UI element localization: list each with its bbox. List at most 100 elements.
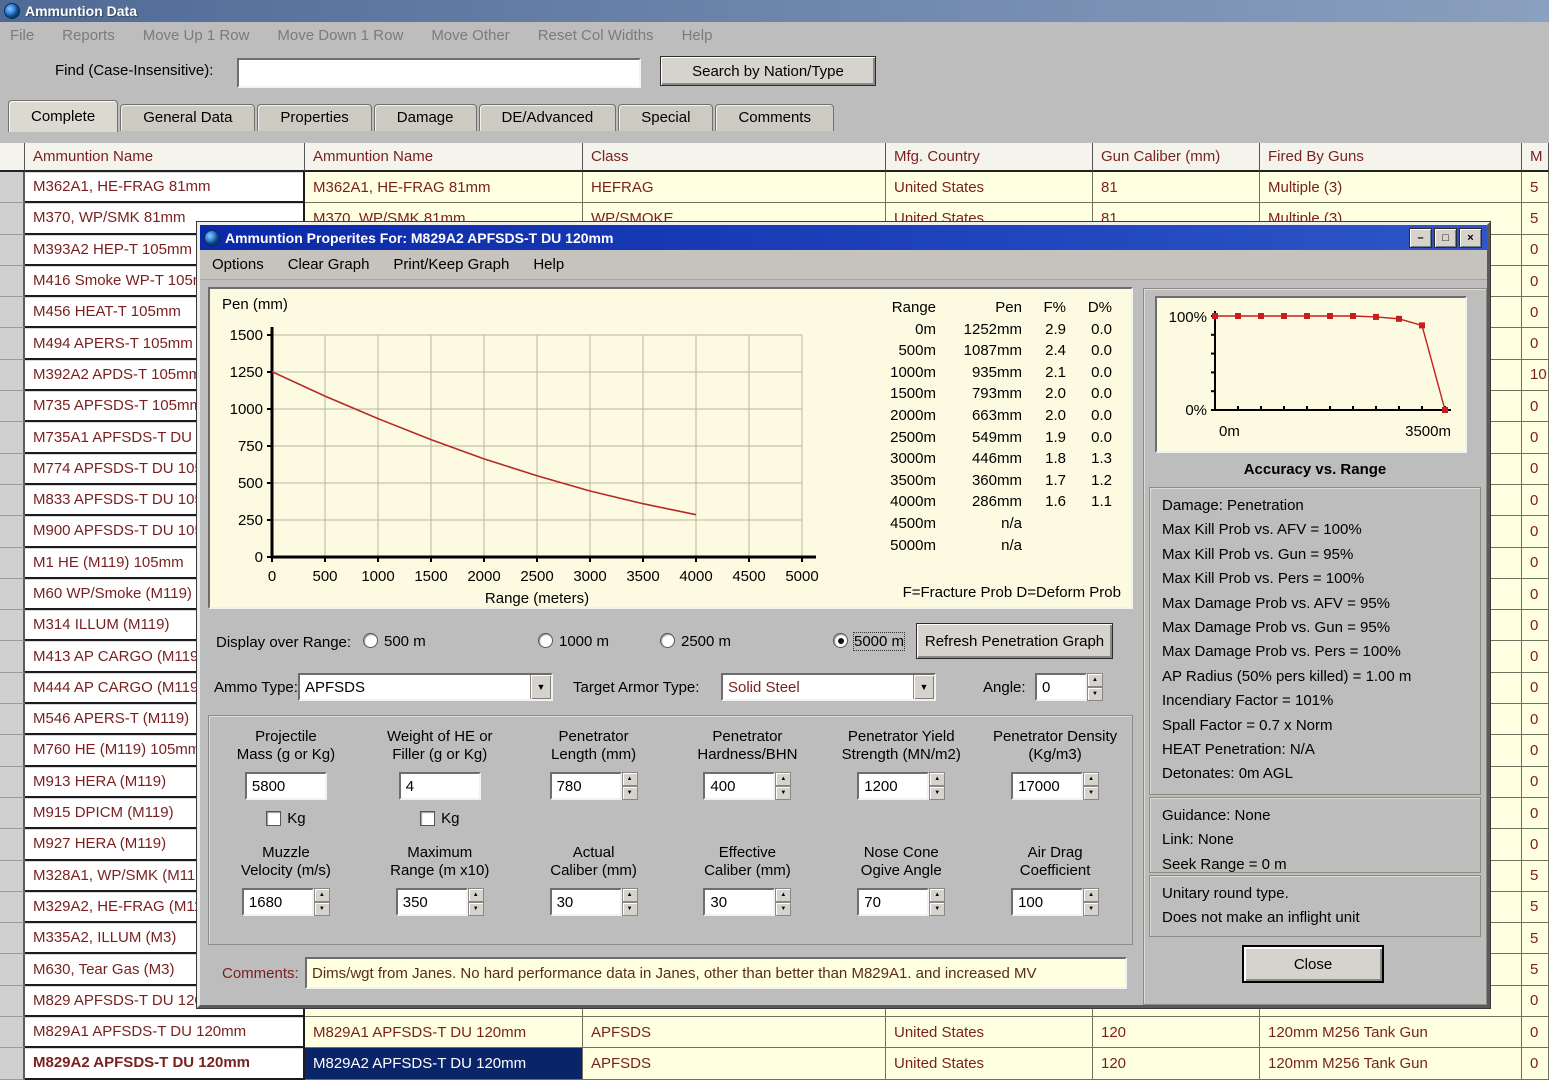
ammo-row-cell[interactable]: 0 (1522, 328, 1549, 359)
field-spinner[interactable]: ▲▼ (468, 888, 484, 916)
column-header[interactable]: Mfg. Country (886, 143, 1093, 172)
chevron-down-icon[interactable]: ▼ (530, 675, 551, 699)
field-input[interactable]: 350 (396, 888, 468, 916)
ammo-row-cell[interactable]: 0 (1522, 704, 1549, 735)
kg-checkbox[interactable] (420, 811, 435, 826)
column-header[interactable]: Class (583, 143, 886, 172)
ammo-row-cell[interactable]: Multiple (3) (1260, 172, 1522, 203)
field-input[interactable]: 400 (703, 772, 775, 800)
field-input[interactable]: 1200 (857, 772, 929, 800)
angle-spinner[interactable]: ▲▼ (1087, 673, 1103, 701)
ammo-row-cell[interactable]: 0 (1522, 641, 1549, 672)
dialog-titlebar[interactable]: Ammuntion Properites For: M829A2 APFSDS-… (200, 225, 1487, 250)
tab-properties[interactable]: Properties (257, 104, 371, 131)
ammo-row-cell[interactable]: 120 (1093, 1048, 1260, 1079)
column-header[interactable]: Ammuntion Name (305, 143, 583, 172)
column-header[interactable]: M (1522, 143, 1549, 172)
column-header[interactable]: Fired By Guns (1260, 143, 1522, 172)
ammo-row-cell[interactable]: M829A1 APFSDS-T DU 120mm (305, 1017, 583, 1048)
field-input[interactable]: 30 (550, 888, 622, 916)
radio-range-1000-m[interactable]: 1000 m (538, 633, 609, 650)
ammo-row-cell[interactable]: 0 (1522, 266, 1549, 297)
tab-complete[interactable]: Complete (8, 100, 118, 132)
ammo-row-cell[interactable]: 120mm M256 Tank Gun (1260, 1017, 1522, 1048)
ammo-row-cell[interactable]: 0 (1522, 610, 1549, 641)
ammo-row-cell[interactable]: 0 (1522, 798, 1549, 829)
ammo-row-cell[interactable]: United States (886, 1017, 1093, 1048)
ammo-row-cell[interactable]: 5 (1522, 892, 1549, 923)
dialog-menu-clear-graph[interactable]: Clear Graph (288, 256, 370, 273)
close-button[interactable]: Close (1242, 945, 1384, 983)
column-header[interactable]: Ammuntion Name (25, 143, 305, 172)
ammo-row-cell[interactable]: 0 (1522, 297, 1549, 328)
ammo-row-cell[interactable]: 0 (1522, 516, 1549, 547)
menu-item-reset-col-widths[interactable]: Reset Col Widths (538, 27, 654, 44)
comments-field[interactable]: Dims/wgt from Janes. No hard performance… (305, 957, 1127, 989)
minimize-button[interactable]: – (1409, 228, 1432, 248)
ammo-row-name[interactable]: M829A2 APFSDS-T DU 120mm (25, 1048, 305, 1079)
field-spinner[interactable]: ▲▼ (622, 772, 638, 800)
search-by-nation-button[interactable]: Search by Nation/Type (660, 56, 876, 86)
tab-damage[interactable]: Damage (374, 104, 477, 131)
radio-range-2500-m[interactable]: 2500 m (660, 633, 731, 650)
menu-item-help[interactable]: Help (682, 27, 713, 44)
menu-item-file[interactable]: File (10, 27, 34, 44)
ammo-row-name[interactable]: M829A1 APFSDS-T DU 120mm (25, 1017, 305, 1048)
menu-item-reports[interactable]: Reports (62, 27, 115, 44)
ammo-row-cell[interactable]: 0 (1522, 1017, 1549, 1048)
field-input[interactable]: 780 (550, 772, 622, 800)
angle-input[interactable]: 0 (1035, 673, 1087, 701)
ammo-row-cell[interactable]: APFSDS (583, 1017, 886, 1048)
menu-item-move-other[interactable]: Move Other (431, 27, 509, 44)
ammo-row-cell[interactable]: 0 (1522, 829, 1549, 860)
ammo-row-cell[interactable]: 0 (1522, 454, 1549, 485)
field-input[interactable]: 17000 (1011, 772, 1083, 800)
field-input[interactable]: 1680 (242, 888, 314, 916)
ammo-row-cell[interactable]: 0 (1522, 391, 1549, 422)
tab-de-advanced[interactable]: DE/Advanced (479, 104, 617, 131)
ammo-row-cell[interactable]: 5 (1522, 923, 1549, 954)
tab-comments[interactable]: Comments (715, 104, 834, 131)
field-spinner[interactable]: ▲▼ (1083, 772, 1099, 800)
field-spinner[interactable]: ▲▼ (1083, 888, 1099, 916)
chevron-down-icon[interactable]: ▼ (913, 675, 934, 699)
field-spinner[interactable]: ▲▼ (314, 888, 330, 916)
ammo-row-cell[interactable]: 0 (1522, 422, 1549, 453)
ammo-row-cell[interactable]: M362A1, HE-FRAG 81mm (305, 172, 583, 203)
ammo-row-cell[interactable]: M829A2 APFSDS-T DU 120mm (305, 1048, 583, 1079)
ammo-row-name[interactable]: M362A1, HE-FRAG 81mm (25, 172, 305, 203)
field-spinner[interactable]: ▲▼ (929, 888, 945, 916)
armor-type-combo[interactable]: Solid Steel ▼ (721, 673, 936, 701)
ammo-row-cell[interactable]: 5 (1522, 954, 1549, 985)
ammo-row-cell[interactable]: United States (886, 1048, 1093, 1079)
maximize-button[interactable]: □ (1434, 228, 1457, 248)
field-input[interactable]: 30 (703, 888, 775, 916)
ammo-row-cell[interactable]: 0 (1522, 485, 1549, 516)
dialog-menu-options[interactable]: Options (212, 256, 264, 273)
ammo-row-cell[interactable]: 0 (1522, 235, 1549, 266)
field-spinner[interactable]: ▲▼ (775, 772, 791, 800)
ammo-row-cell[interactable]: United States (886, 172, 1093, 203)
ammo-row-cell[interactable]: 0 (1522, 673, 1549, 704)
column-header[interactable]: Gun Caliber (mm) (1093, 143, 1260, 172)
ammo-type-combo[interactable]: APFSDS ▼ (298, 673, 553, 701)
ammo-row-cell[interactable]: 0 (1522, 767, 1549, 798)
ammo-row-cell[interactable]: 5 (1522, 172, 1549, 203)
ammo-row-cell[interactable]: 0 (1522, 1048, 1549, 1079)
ammo-row-cell[interactable]: HEFRAG (583, 172, 886, 203)
tab-special[interactable]: Special (618, 104, 713, 131)
ammo-row-cell[interactable]: 120mm M256 Tank Gun (1260, 1048, 1522, 1079)
radio-range-5000-m[interactable]: 5000 m (833, 633, 904, 650)
field-spinner[interactable]: ▲▼ (622, 888, 638, 916)
ammo-row-cell[interactable]: 0 (1522, 986, 1549, 1017)
ammo-row-cell[interactable]: 81 (1093, 172, 1260, 203)
ammo-row-cell[interactable]: 120 (1093, 1017, 1260, 1048)
radio-range-500-m[interactable]: 500 m (363, 633, 426, 650)
dialog-menu-help[interactable]: Help (533, 256, 564, 273)
ammo-row-cell[interactable]: 10 (1522, 360, 1549, 391)
ammo-row-cell[interactable]: 5 (1522, 861, 1549, 892)
kg-checkbox[interactable] (266, 811, 281, 826)
refresh-penetration-button[interactable]: Refresh Penetration Graph (916, 623, 1113, 659)
tab-general-data[interactable]: General Data (120, 104, 255, 131)
ammo-row-cell[interactable]: 0 (1522, 735, 1549, 766)
